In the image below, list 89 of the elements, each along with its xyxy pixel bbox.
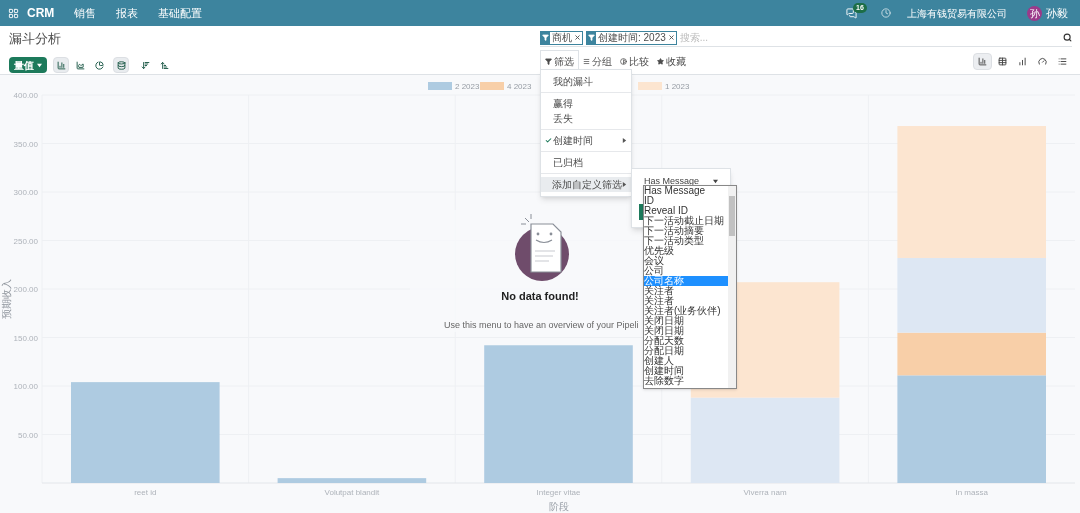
axis-tick-label: 350.00 <box>13 139 38 149</box>
field-option[interactable]: 去除数字 <box>644 376 728 386</box>
company-name[interactable]: 上海有钱贸易有限公司 <box>907 5 1007 21</box>
category-label: Integer vitae <box>536 488 581 497</box>
measures-button[interactable]: 量值 <box>9 57 47 73</box>
field-option[interactable]: 分配日期 <box>644 346 728 356</box>
graph-view-icon <box>978 56 987 66</box>
facet-label: 商机 <box>551 31 573 44</box>
axis-tick-label: 100.00 <box>13 382 38 391</box>
empty-state-text: Use this menu to have an overview of your Pipeli <box>444 318 639 332</box>
search-icon[interactable] <box>1063 33 1072 42</box>
dashboard-view-icon <box>1038 56 1047 66</box>
field-option[interactable]: 创建人 <box>644 356 728 366</box>
caret-icon <box>37 62 42 68</box>
axis-tick-label: 400.00 <box>13 91 38 100</box>
field-option[interactable]: 分配天数 <box>644 336 728 346</box>
filter-menu-item[interactable]: 添加自定义筛选 <box>541 177 631 192</box>
filter-menu-item[interactable]: 丢失 <box>541 111 631 126</box>
filter-menu-item[interactable]: 创建时间 <box>541 133 631 148</box>
field-option[interactable]: 公司 <box>644 266 728 276</box>
legend-swatch <box>638 82 662 90</box>
filter-icon <box>545 58 552 65</box>
filter-icon <box>588 34 595 41</box>
field-option[interactable]: 关注者 <box>644 296 728 306</box>
user-name[interactable]: 孙毅 <box>1046 4 1068 22</box>
axis-tick-label: 150.00 <box>13 333 38 343</box>
caret-icon <box>713 179 718 185</box>
apps-menu-icon[interactable] <box>8 7 19 19</box>
axis-tick-label: 50.00 <box>17 430 38 440</box>
app-name[interactable]: CRM <box>27 4 55 22</box>
filter-menu-item[interactable]: 赢得 <box>541 96 631 111</box>
field-option[interactable]: 下一活动截止日期 <box>644 216 728 226</box>
field-option[interactable]: 关闭日期 <box>644 316 728 326</box>
legend-swatch <box>480 82 504 90</box>
axis-tick-label: 200.00 <box>13 285 38 294</box>
legend-swatch <box>428 82 452 90</box>
field-option[interactable]: 优先级 <box>644 246 728 256</box>
star-icon <box>657 57 664 65</box>
field-option[interactable]: Has Message <box>644 186 728 196</box>
field-option[interactable]: 关注者 <box>644 286 728 296</box>
legend-label: 4 2023 <box>507 82 532 91</box>
messages-icon[interactable] <box>846 7 857 19</box>
field-option[interactable]: 关闭日期 <box>644 326 728 336</box>
filter-menu-item[interactable]: 已归档 <box>541 155 631 170</box>
field-option[interactable]: 关注者(业务伙伴) <box>644 306 728 316</box>
check-icon <box>545 137 552 144</box>
remove-icon[interactable] <box>667 34 675 41</box>
category-label: Viverra nam <box>743 488 787 497</box>
stack-icon[interactable] <box>113 57 129 73</box>
legend-label: 1 2023 <box>665 82 690 91</box>
field-option[interactable]: 下一活动摘要 <box>644 226 728 236</box>
user-avatar[interactable]: 孙 <box>1027 5 1042 21</box>
search-panel-tab[interactable]: 收藏 <box>653 50 690 72</box>
x-axis-title: 阶段 <box>548 501 569 512</box>
search-panel-tab[interactable]: 筛选 <box>540 50 579 72</box>
category-label: In massa <box>955 488 988 497</box>
legend-label: 2 2023 <box>455 82 480 91</box>
category-label: Volutpat blandit <box>324 488 380 497</box>
remove-icon[interactable] <box>574 34 581 41</box>
field-option[interactable]: ID <box>644 196 728 206</box>
list-view-icon <box>1058 56 1067 66</box>
field-option[interactable]: 创建时间 <box>644 366 728 376</box>
search-field[interactable]: 搜索... <box>679 30 1060 45</box>
page-title: 漏斗分析 <box>9 31 62 47</box>
category-label: reet id <box>134 488 157 497</box>
filter-icon <box>542 34 549 41</box>
scrollbar[interactable] <box>728 186 736 388</box>
axis-tick-label: 250.00 <box>13 236 38 246</box>
nav-menu-item[interactable]: 报表 <box>116 4 139 22</box>
y-axis-title: 预期收入 <box>1 279 12 319</box>
empty-state-title: No data found! <box>501 289 579 304</box>
search-facet[interactable]: 创建时间: 2023 <box>586 30 677 45</box>
filter-menu-item[interactable]: 我的漏斗 <box>541 74 631 89</box>
search-panel-tab[interactable]: 比较 <box>616 50 653 72</box>
cohort-view-icon <box>1018 56 1027 66</box>
graph-view-button[interactable] <box>973 52 992 70</box>
search-facet[interactable]: 商机 <box>540 30 583 45</box>
field-option[interactable]: 下一活动类型 <box>644 236 728 246</box>
field-options-list[interactable]: Has Message ID Reveal ID 下一活动截止日期 下一活动摘要 下一活动类型 优先级 会议 公司 公司名称 关注者 关注者 关注者(业务伙伴) 关闭日期 关闭日期 分配天数 分配日期 创建人 创建时间 去除数字 <box>643 185 737 389</box>
facet-label: 创建时间: 2023 <box>597 31 667 44</box>
nav-menu-item[interactable]: 销售 <box>74 4 97 22</box>
bar-chart-icon[interactable] <box>53 57 69 73</box>
half-circle-icon <box>620 57 627 65</box>
pivot-view-icon <box>998 56 1007 66</box>
lines-icon <box>583 57 590 65</box>
field-option[interactable]: 会议 <box>644 256 728 266</box>
nav-menu-item[interactable]: 基础配置 <box>158 4 203 22</box>
field-option[interactable]: Reveal ID <box>644 206 728 216</box>
search-panel-tab[interactable]: 分组 <box>579 50 616 72</box>
